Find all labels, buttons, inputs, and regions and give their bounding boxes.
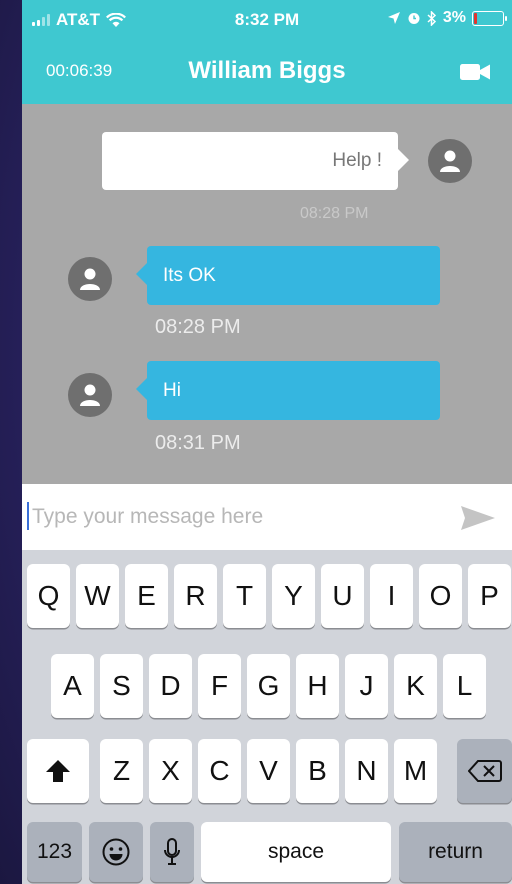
microphone-icon: [164, 838, 180, 865]
emoji-key[interactable]: [89, 822, 143, 882]
key-v[interactable]: V: [247, 739, 290, 803]
key-p[interactable]: P: [468, 564, 511, 628]
message-input[interactable]: [30, 498, 434, 536]
key-t[interactable]: T: [223, 564, 266, 628]
key-x[interactable]: X: [149, 739, 192, 803]
message-text: Hi: [163, 379, 181, 401]
key-u[interactable]: U: [321, 564, 364, 628]
chat-thread[interactable]: Help ! 08:28 PM Its OK 08:28 PM Hi 08:31…: [22, 104, 512, 484]
message-timestamp: 08:28 PM: [155, 316, 241, 338]
key-k[interactable]: K: [394, 654, 437, 718]
key-q[interactable]: Q: [27, 564, 70, 628]
video-camera-icon[interactable]: [460, 63, 490, 81]
message-bubble-incoming[interactable]: Its OK: [136, 246, 440, 305]
shift-arrow-icon: [46, 760, 70, 782]
key-z[interactable]: Z: [100, 739, 143, 803]
key-l[interactable]: L: [443, 654, 486, 718]
key-c[interactable]: C: [198, 739, 241, 803]
key-b[interactable]: B: [296, 739, 339, 803]
alarm-icon: [408, 13, 420, 24]
key-m[interactable]: M: [394, 739, 437, 803]
phone-screen: AT&T 8:32 PM 3% 00:06:39 William Biggs H…: [22, 0, 512, 884]
key-n[interactable]: N: [345, 739, 388, 803]
location-arrow-icon: [387, 12, 400, 24]
bluetooth-icon: [427, 10, 436, 26]
emoji-icon: [102, 838, 130, 866]
message-timestamp: 08:28 PM: [300, 205, 369, 222]
key-d[interactable]: D: [149, 654, 192, 718]
key-j[interactable]: J: [345, 654, 388, 718]
message-bubble-outgoing[interactable]: Help !: [102, 132, 409, 190]
key-a[interactable]: A: [51, 654, 94, 718]
return-key[interactable]: return: [399, 822, 512, 882]
shift-key[interactable]: [27, 739, 89, 803]
backspace-icon: [467, 760, 502, 782]
space-key[interactable]: space: [201, 822, 391, 882]
send-arrow-icon[interactable]: [460, 504, 496, 532]
battery-icon: [472, 10, 507, 26]
key-g[interactable]: G: [247, 654, 290, 718]
contact-avatar-icon: [68, 257, 112, 301]
message-text: Help !: [332, 150, 382, 171]
key-o[interactable]: O: [419, 564, 462, 628]
battery-percent: 3%: [442, 9, 466, 26]
microphone-key[interactable]: [150, 822, 194, 882]
contact-avatar-icon: [68, 373, 112, 417]
key-y[interactable]: Y: [272, 564, 315, 628]
key-s[interactable]: S: [100, 654, 143, 718]
numbers-key[interactable]: 123: [27, 822, 82, 882]
key-h[interactable]: H: [296, 654, 339, 718]
status-right: 3%: [387, 9, 507, 27]
key-w[interactable]: W: [76, 564, 119, 628]
app-header: AT&T 8:32 PM 3% 00:06:39 William Biggs: [22, 0, 512, 104]
message-text: Its OK: [163, 264, 216, 286]
message-bubble-incoming[interactable]: Hi: [136, 361, 440, 420]
user-avatar-icon: [428, 139, 472, 183]
backspace-key[interactable]: [457, 739, 512, 803]
chat-title: William Biggs: [188, 57, 346, 84]
key-r[interactable]: R: [174, 564, 217, 628]
status-bar: AT&T 8:32 PM 3%: [22, 0, 512, 40]
composer-bar: [22, 484, 512, 550]
message-timestamp: 08:31 PM: [155, 432, 241, 454]
key-i[interactable]: I: [370, 564, 413, 628]
on-screen-keyboard: Q W E R T Y U I O P A S D F G H J K L Z …: [22, 550, 512, 884]
text-caret: [27, 502, 29, 530]
key-f[interactable]: F: [198, 654, 241, 718]
key-e[interactable]: E: [125, 564, 168, 628]
